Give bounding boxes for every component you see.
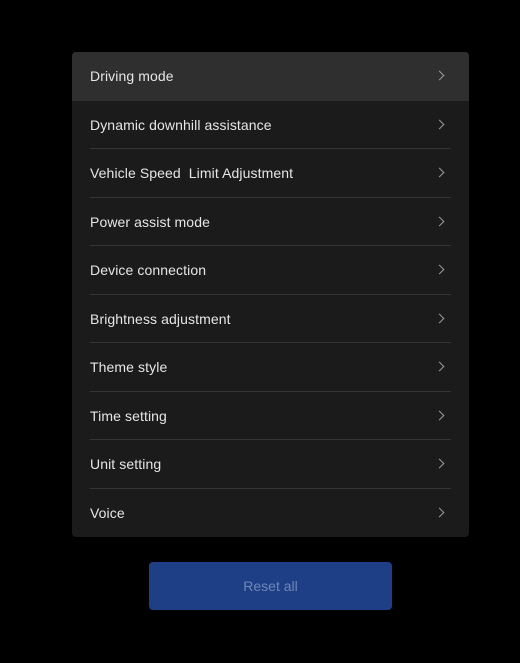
menu-item-label: Theme style xyxy=(90,359,168,376)
menu-item-voice[interactable]: Voice xyxy=(72,489,469,538)
menu-item-theme-style[interactable]: Theme style xyxy=(72,343,469,392)
menu-item-label: Power assist mode xyxy=(90,213,210,230)
menu-item-label: Driving mode xyxy=(90,68,174,85)
menu-item-label: Dynamic downhill assistance xyxy=(90,116,272,133)
menu-item-time-setting[interactable]: Time setting xyxy=(72,392,469,440)
chevron-right-icon xyxy=(434,458,445,469)
chevron-right-icon xyxy=(434,313,445,324)
menu-item-label: Time setting xyxy=(90,407,167,424)
menu-item-label: Voice xyxy=(90,504,125,521)
chevron-right-icon xyxy=(434,167,445,178)
menu-item-brightness-adjustment[interactable]: Brightness adjustment xyxy=(72,295,469,343)
chevron-right-icon xyxy=(434,119,445,130)
menu-item-vehicle-speed-limit[interactable]: Vehicle Speed Limit Adjustment xyxy=(72,149,469,198)
chevron-right-icon xyxy=(434,264,445,275)
menu-item-label: Vehicle Speed Limit Adjustment xyxy=(90,165,294,182)
reset-all-button[interactable]: Reset all xyxy=(149,562,392,610)
menu-item-label: Brightness adjustment xyxy=(90,310,231,327)
chevron-right-icon xyxy=(434,361,445,372)
menu-item-driving-mode[interactable]: Driving mode xyxy=(72,52,469,101)
menu-item-label: Device connection xyxy=(90,262,207,279)
chevron-right-icon xyxy=(434,507,445,518)
chevron-right-icon xyxy=(434,216,445,227)
menu-item-unit-setting[interactable]: Unit setting xyxy=(72,440,469,489)
chevron-right-icon xyxy=(434,410,445,421)
menu-item-device-connection[interactable]: Device connection xyxy=(72,246,469,295)
menu-item-power-assist-mode[interactable]: Power assist mode xyxy=(72,198,469,246)
settings-menu: Driving mode Dynamic downhill assistance… xyxy=(72,52,469,537)
chevron-right-icon xyxy=(434,70,445,81)
menu-item-label: Unit setting xyxy=(90,456,162,473)
menu-item-dynamic-downhill-assistance[interactable]: Dynamic downhill assistance xyxy=(72,101,469,149)
